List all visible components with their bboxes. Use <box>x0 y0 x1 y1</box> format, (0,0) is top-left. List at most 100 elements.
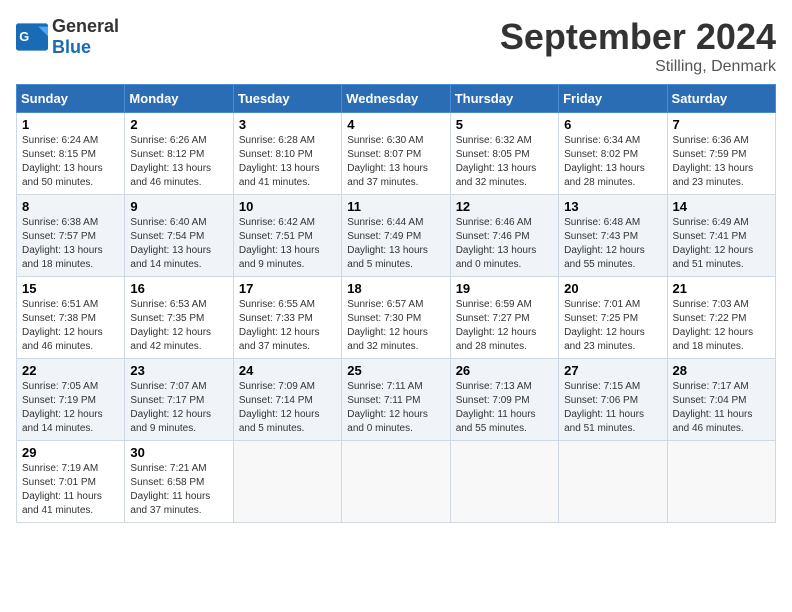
day-number: 23 <box>130 363 227 378</box>
day-info: Sunrise: 6:38 AMSunset: 7:57 PMDaylight:… <box>22 216 119 272</box>
col-sunday: Sunday <box>17 85 125 113</box>
day-info: Sunrise: 7:19 AMSunset: 7:01 PMDaylight:… <box>22 462 119 518</box>
day-info: Sunrise: 6:55 AMSunset: 7:33 PMDaylight:… <box>239 298 336 354</box>
day-info: Sunrise: 6:34 AMSunset: 8:02 PMDaylight:… <box>564 134 661 190</box>
day-number: 9 <box>130 199 227 214</box>
day-number: 21 <box>673 281 770 296</box>
day-number: 24 <box>239 363 336 378</box>
day-info: Sunrise: 6:49 AMSunset: 7:41 PMDaylight:… <box>673 216 770 272</box>
day-info: Sunrise: 6:32 AMSunset: 8:05 PMDaylight:… <box>456 134 553 190</box>
calendar-week-row: 8 Sunrise: 6:38 AMSunset: 7:57 PMDayligh… <box>17 195 776 277</box>
day-number: 8 <box>22 199 119 214</box>
day-number: 12 <box>456 199 553 214</box>
col-thursday: Thursday <box>450 85 558 113</box>
day-number: 18 <box>347 281 444 296</box>
day-number: 17 <box>239 281 336 296</box>
day-number: 2 <box>130 117 227 132</box>
table-row: 3 Sunrise: 6:28 AMSunset: 8:10 PMDayligh… <box>233 113 341 195</box>
col-tuesday: Tuesday <box>233 85 341 113</box>
day-number: 29 <box>22 445 119 460</box>
day-info: Sunrise: 6:57 AMSunset: 7:30 PMDaylight:… <box>347 298 444 354</box>
day-number: 4 <box>347 117 444 132</box>
table-row: 12 Sunrise: 6:46 AMSunset: 7:46 PMDaylig… <box>450 195 558 277</box>
col-monday: Monday <box>125 85 233 113</box>
table-row: 30 Sunrise: 7:21 AMSunset: 6:58 PMDaylig… <box>125 441 233 523</box>
table-row: 21 Sunrise: 7:03 AMSunset: 7:22 PMDaylig… <box>667 277 775 359</box>
day-info: Sunrise: 6:36 AMSunset: 7:59 PMDaylight:… <box>673 134 770 190</box>
day-info: Sunrise: 7:13 AMSunset: 7:09 PMDaylight:… <box>456 380 553 436</box>
day-info: Sunrise: 7:09 AMSunset: 7:14 PMDaylight:… <box>239 380 336 436</box>
table-row <box>559 441 667 523</box>
day-number: 11 <box>347 199 444 214</box>
table-row: 15 Sunrise: 6:51 AMSunset: 7:38 PMDaylig… <box>17 277 125 359</box>
day-info: Sunrise: 6:51 AMSunset: 7:38 PMDaylight:… <box>22 298 119 354</box>
day-info: Sunrise: 6:53 AMSunset: 7:35 PMDaylight:… <box>130 298 227 354</box>
table-row: 8 Sunrise: 6:38 AMSunset: 7:57 PMDayligh… <box>17 195 125 277</box>
col-friday: Friday <box>559 85 667 113</box>
day-number: 3 <box>239 117 336 132</box>
table-row: 28 Sunrise: 7:17 AMSunset: 7:04 PMDaylig… <box>667 359 775 441</box>
location-title: Stilling, Denmark <box>500 58 776 76</box>
day-info: Sunrise: 7:21 AMSunset: 6:58 PMDaylight:… <box>130 462 227 518</box>
day-number: 15 <box>22 281 119 296</box>
table-row <box>450 441 558 523</box>
logo: G General Blue <box>16 16 119 58</box>
day-number: 20 <box>564 281 661 296</box>
logo-icon: G <box>16 23 48 51</box>
calendar-week-row: 1 Sunrise: 6:24 AMSunset: 8:15 PMDayligh… <box>17 113 776 195</box>
day-number: 28 <box>673 363 770 378</box>
table-row: 25 Sunrise: 7:11 AMSunset: 7:11 PMDaylig… <box>342 359 450 441</box>
table-row: 9 Sunrise: 6:40 AMSunset: 7:54 PMDayligh… <box>125 195 233 277</box>
day-info: Sunrise: 6:24 AMSunset: 8:15 PMDaylight:… <box>22 134 119 190</box>
col-saturday: Saturday <box>667 85 775 113</box>
day-number: 6 <box>564 117 661 132</box>
svg-text:G: G <box>19 29 29 44</box>
table-row: 20 Sunrise: 7:01 AMSunset: 7:25 PMDaylig… <box>559 277 667 359</box>
day-number: 22 <box>22 363 119 378</box>
calendar-table: Sunday Monday Tuesday Wednesday Thursday… <box>16 84 776 523</box>
day-number: 13 <box>564 199 661 214</box>
table-row: 1 Sunrise: 6:24 AMSunset: 8:15 PMDayligh… <box>17 113 125 195</box>
day-info: Sunrise: 6:44 AMSunset: 7:49 PMDaylight:… <box>347 216 444 272</box>
day-number: 19 <box>456 281 553 296</box>
day-info: Sunrise: 7:05 AMSunset: 7:19 PMDaylight:… <box>22 380 119 436</box>
day-number: 30 <box>130 445 227 460</box>
day-number: 26 <box>456 363 553 378</box>
day-info: Sunrise: 6:30 AMSunset: 8:07 PMDaylight:… <box>347 134 444 190</box>
calendar-header-row: Sunday Monday Tuesday Wednesday Thursday… <box>17 85 776 113</box>
table-row: 27 Sunrise: 7:15 AMSunset: 7:06 PMDaylig… <box>559 359 667 441</box>
table-row: 16 Sunrise: 6:53 AMSunset: 7:35 PMDaylig… <box>125 277 233 359</box>
table-row <box>342 441 450 523</box>
day-info: Sunrise: 6:40 AMSunset: 7:54 PMDaylight:… <box>130 216 227 272</box>
day-number: 10 <box>239 199 336 214</box>
table-row: 19 Sunrise: 6:59 AMSunset: 7:27 PMDaylig… <box>450 277 558 359</box>
table-row: 14 Sunrise: 6:49 AMSunset: 7:41 PMDaylig… <box>667 195 775 277</box>
table-row: 24 Sunrise: 7:09 AMSunset: 7:14 PMDaylig… <box>233 359 341 441</box>
day-info: Sunrise: 7:01 AMSunset: 7:25 PMDaylight:… <box>564 298 661 354</box>
logo-blue: Blue <box>52 37 91 57</box>
day-info: Sunrise: 6:42 AMSunset: 7:51 PMDaylight:… <box>239 216 336 272</box>
table-row: 18 Sunrise: 6:57 AMSunset: 7:30 PMDaylig… <box>342 277 450 359</box>
table-row: 26 Sunrise: 7:13 AMSunset: 7:09 PMDaylig… <box>450 359 558 441</box>
table-row: 5 Sunrise: 6:32 AMSunset: 8:05 PMDayligh… <box>450 113 558 195</box>
page-header: G General Blue September 2024 Stilling, … <box>16 16 776 76</box>
day-info: Sunrise: 6:46 AMSunset: 7:46 PMDaylight:… <box>456 216 553 272</box>
day-info: Sunrise: 6:48 AMSunset: 7:43 PMDaylight:… <box>564 216 661 272</box>
title-area: September 2024 Stilling, Denmark <box>500 16 776 76</box>
table-row: 10 Sunrise: 6:42 AMSunset: 7:51 PMDaylig… <box>233 195 341 277</box>
table-row: 17 Sunrise: 6:55 AMSunset: 7:33 PMDaylig… <box>233 277 341 359</box>
month-title: September 2024 <box>500 16 776 58</box>
day-number: 5 <box>456 117 553 132</box>
calendar-week-row: 29 Sunrise: 7:19 AMSunset: 7:01 PMDaylig… <box>17 441 776 523</box>
logo-text: General Blue <box>52 16 119 58</box>
calendar-week-row: 22 Sunrise: 7:05 AMSunset: 7:19 PMDaylig… <box>17 359 776 441</box>
day-info: Sunrise: 6:28 AMSunset: 8:10 PMDaylight:… <box>239 134 336 190</box>
day-info: Sunrise: 7:11 AMSunset: 7:11 PMDaylight:… <box>347 380 444 436</box>
day-number: 14 <box>673 199 770 214</box>
day-info: Sunrise: 7:15 AMSunset: 7:06 PMDaylight:… <box>564 380 661 436</box>
col-wednesday: Wednesday <box>342 85 450 113</box>
table-row: 6 Sunrise: 6:34 AMSunset: 8:02 PMDayligh… <box>559 113 667 195</box>
table-row: 13 Sunrise: 6:48 AMSunset: 7:43 PMDaylig… <box>559 195 667 277</box>
day-info: Sunrise: 6:26 AMSunset: 8:12 PMDaylight:… <box>130 134 227 190</box>
day-info: Sunrise: 7:17 AMSunset: 7:04 PMDaylight:… <box>673 380 770 436</box>
